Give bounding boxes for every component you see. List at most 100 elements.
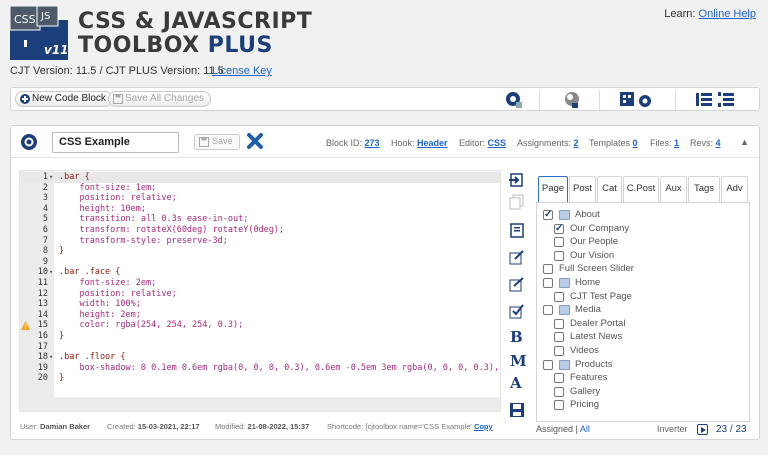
tree-checkbox[interactable] — [543, 359, 553, 370]
code-line[interactable]: 8} — [20, 246, 500, 257]
hook-link[interactable]: Header — [417, 138, 448, 148]
expand-blocks-icon[interactable] — [695, 91, 713, 109]
footer-shortcode: Shortcode: [cjtoolbox name='CSS Example'… — [327, 422, 493, 431]
brand-title-line2: TOOLBOX PLUS — [78, 34, 312, 58]
font-size-icon[interactable]: A — [510, 374, 522, 392]
online-help-link[interactable]: Online Help — [699, 8, 756, 20]
collapse-block-toggle[interactable]: ▲ — [740, 137, 749, 147]
tab-cat[interactable]: Cat — [597, 176, 622, 202]
bold-icon[interactable]: B — [510, 328, 523, 346]
copy-shortcode-link[interactable]: Copy — [474, 422, 493, 431]
code-line[interactable]: 7 transform-style: preserve-3d; — [20, 236, 500, 247]
folder-icon — [559, 210, 570, 220]
code-line[interactable]: 1 ▾ .bar { — [20, 172, 500, 183]
code-line[interactable]: 4 height: 10em; — [20, 204, 500, 215]
code-line[interactable]: 13 width: 100%; — [20, 299, 500, 310]
line-number: 1 — [42, 172, 48, 182]
code-line[interactable]: 17 — [20, 342, 500, 353]
tree-checkbox[interactable] — [554, 373, 564, 384]
line-number: 4 — [42, 203, 48, 214]
tree-checkbox[interactable] — [554, 386, 564, 397]
tree-checkbox[interactable] — [543, 305, 553, 316]
save-file-icon[interactable] — [509, 402, 525, 418]
tab-post[interactable]: Post — [569, 176, 596, 202]
license-key-link[interactable]: License Key — [212, 65, 272, 77]
tab-adv[interactable]: Adv — [721, 176, 748, 202]
assigned-filter[interactable]: Assigned — [536, 424, 573, 434]
block-name-input[interactable]: CSS Example — [52, 132, 179, 153]
tab-cpost[interactable]: C.Post — [623, 176, 659, 202]
global-settings-icon[interactable] — [619, 91, 653, 109]
code-line[interactable]: 5 transition: all 0.3s ease-in-out; — [20, 214, 500, 225]
tree-checkbox[interactable] — [554, 332, 564, 343]
block-state-icon[interactable] — [20, 133, 38, 151]
all-filter[interactable]: All — [580, 424, 590, 434]
block-save-button[interactable]: Save — [194, 134, 240, 150]
tree-checkbox[interactable] — [554, 250, 564, 261]
code-line[interactable]: 20} — [20, 373, 500, 384]
tab-aux[interactable]: Aux — [660, 176, 687, 202]
folder-icon — [559, 278, 570, 288]
code-line[interactable]: 11 font-size: 2em; — [20, 278, 500, 289]
checkmark-icon[interactable] — [509, 303, 525, 319]
code-line[interactable]: 9 — [20, 257, 500, 268]
code-line[interactable]: 15 color: rgba(254, 254, 254, 0.3); — [20, 320, 500, 331]
insert-code-icon[interactable] — [509, 172, 525, 188]
assignments-link[interactable]: 2 — [574, 138, 579, 148]
paste-icon[interactable] — [509, 222, 525, 238]
brand-title-toolbox: TOOLBOX — [78, 33, 200, 58]
fold-toggle[interactable]: ▾ — [49, 352, 53, 363]
block-settings-icon[interactable] — [505, 91, 523, 109]
code-line[interactable]: 19 box-shadow: 0 0.1em 0.6em rgba(0, 0, … — [20, 363, 500, 374]
code-line[interactable]: 6 transform: rotateX(60deg) rotateY(0deg… — [20, 225, 500, 236]
edit-icon[interactable] — [509, 249, 525, 265]
brand-title-line1: CSS & JAVASCRIPT — [78, 9, 313, 34]
tree-item-label: Our People — [570, 236, 619, 248]
collapse-blocks-icon[interactable] — [717, 91, 735, 109]
code-line[interactable]: 12 position: relative; — [20, 289, 500, 300]
tree-checkbox[interactable] — [543, 264, 553, 275]
code-line[interactable]: 14 height: 2em; — [20, 310, 500, 321]
fold-toggle[interactable]: ▾ — [49, 172, 53, 183]
delete-block-icon[interactable] — [246, 132, 264, 150]
tree-checkbox[interactable] — [554, 400, 564, 411]
fold-toggle[interactable]: ▾ — [49, 267, 53, 278]
code-editor[interactable]: 1 ▾ .bar {2 font-size: 1em; 3 position: rel… — [19, 170, 501, 412]
footer-created: Created: 15-03-2021, 22:17 — [107, 422, 200, 431]
assignments-meta: Assignments: 2 — [517, 138, 579, 148]
folder-icon — [559, 359, 570, 370]
copy-icon[interactable] — [509, 194, 525, 210]
tree-checkbox[interactable] — [543, 278, 553, 288]
code-line[interactable]: 2 font-size: 1em; — [20, 183, 500, 194]
code-block-panel: CSS Example Save Block ID: 273 Hook: Hea… — [10, 125, 760, 440]
tree-checkbox[interactable] — [554, 291, 564, 302]
line-number: 8 — [42, 246, 48, 257]
tab-page[interactable]: Page — [538, 176, 568, 202]
tree-checkbox[interactable] — [543, 208, 553, 222]
editor-link[interactable]: CSS — [488, 138, 507, 148]
code-line[interactable]: 10 ▾ .bar .face { — [20, 267, 500, 278]
line-number: 3 — [42, 193, 48, 204]
new-code-block-button[interactable]: New Code Block — [15, 91, 113, 107]
line-number: 11 — [37, 278, 48, 288]
tree-checkbox[interactable] — [554, 222, 564, 236]
block-id-link[interactable]: 273 — [365, 138, 380, 148]
editor-status-bar — [20, 397, 500, 411]
code-line[interactable]: 18 ▾ .bar .floor { — [20, 352, 500, 363]
code-line[interactable]: 16} — [20, 331, 500, 342]
templates-link[interactable]: 0 — [633, 138, 638, 148]
tree-checkbox[interactable] — [554, 237, 564, 248]
minify-icon[interactable]: M — [510, 352, 527, 370]
tree-checkbox[interactable] — [554, 346, 564, 356]
files-link[interactable]: 1 — [674, 138, 679, 148]
tree-checkbox[interactable] — [554, 318, 564, 329]
code-line[interactable]: 3 position: relative; — [20, 193, 500, 204]
code-format-icon[interactable] — [509, 276, 525, 292]
tab-tags[interactable]: Tags — [688, 176, 720, 202]
templates-icon[interactable] — [563, 91, 581, 109]
revs-link[interactable]: 4 — [716, 138, 721, 148]
inverter-button[interactable] — [697, 424, 708, 435]
save-all-changes-button[interactable]: Save All Changes — [108, 91, 211, 107]
tree-item-label: Features — [570, 372, 608, 384]
code-text: .bar .face { — [59, 267, 121, 278]
